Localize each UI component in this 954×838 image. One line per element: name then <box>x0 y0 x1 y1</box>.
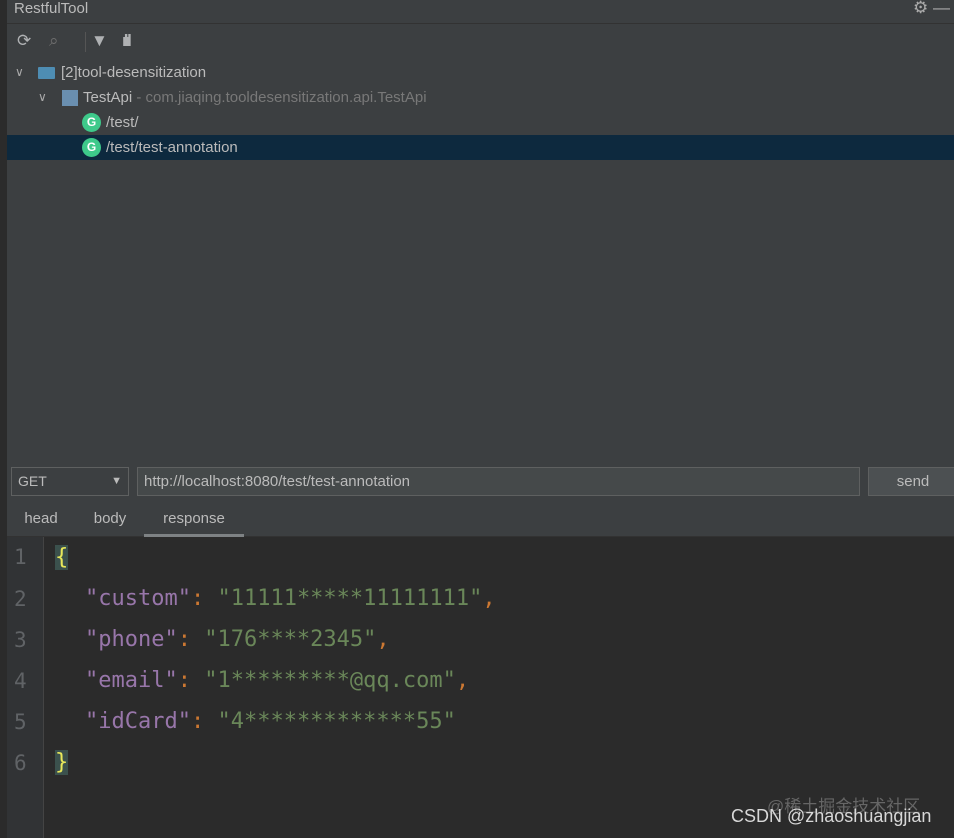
tool-window-title: RestfulTool <box>14 0 89 17</box>
tab-head[interactable]: head <box>15 505 67 537</box>
line-number: 2 <box>14 587 27 611</box>
json-key: "idCard" <box>85 709 191 734</box>
close-brace: } <box>55 750 69 775</box>
get-method-icon: G <box>82 113 101 132</box>
method-select[interactable]: GET ▼ <box>11 467 129 496</box>
tree-node-endpoint-selected[interactable]: G /test/test-annotation <box>7 135 954 160</box>
class-qualified-name: - com.jiaqing.tooldesensitization.api.Te… <box>136 89 427 106</box>
json-line: "idCard": "4*************55" <box>85 709 456 734</box>
json-key: "custom" <box>85 586 191 611</box>
endpoint-path: /test/ <box>106 114 139 131</box>
watermark-csdn: CSDN @zhaoshuangjian <box>731 806 932 826</box>
get-method-icon: G <box>82 138 101 157</box>
project-label: [2]tool-desensitization <box>61 64 207 81</box>
comma: , <box>482 586 496 611</box>
toolbar: ⟳ ⌕ ▼ ılıl <box>7 28 954 56</box>
line-number: 4 <box>14 669 27 693</box>
tab-body[interactable]: body <box>84 505 136 537</box>
toolbar-divider <box>85 32 86 52</box>
url-input[interactable]: http://localhost:8080/test/test-annotati… <box>137 467 860 496</box>
chevron-down-icon[interactable]: ∨ <box>15 60 24 85</box>
search-icon[interactable]: ⌕ <box>49 31 59 51</box>
json-value: "1*********@qq.com" <box>204 668 456 693</box>
request-tabs: head body response <box>7 505 954 537</box>
tool-window-header: RestfulTool ⚙ — <box>7 0 954 24</box>
open-brace: { <box>55 545 69 570</box>
endpoint-path: /test/test-annotation <box>106 139 238 156</box>
comma: , <box>455 668 470 693</box>
method-value: GET <box>18 473 47 489</box>
chevron-down-icon[interactable]: ∨ <box>38 85 47 110</box>
json-line: "email": "1*********@qq.com", <box>85 668 470 693</box>
json-value: "11111*****11111111" <box>217 586 483 611</box>
tree-node-class[interactable]: ∨ TestApi - com.jiaqing.tooldesensitizat… <box>7 85 954 110</box>
json-key: "email" <box>85 668 178 693</box>
refresh-icon[interactable]: ⟳ <box>17 31 31 51</box>
filter-icon[interactable]: ▼ <box>91 31 108 51</box>
line-number: 6 <box>14 751 27 775</box>
json-line: "custom": "11111*****11111111", <box>85 586 496 611</box>
tree-node-endpoint[interactable]: G /test/ <box>7 110 954 135</box>
json-value: "176****2345" <box>204 627 377 652</box>
line-number: 5 <box>14 710 27 734</box>
class-icon <box>62 90 78 106</box>
folder-icon <box>38 67 55 79</box>
tab-response[interactable]: response <box>144 505 244 537</box>
tree-node-project[interactable]: ∨ [2]tool-desensitization <box>7 60 954 85</box>
json-line: "phone": "176****2345", <box>85 627 390 652</box>
json-value: "4*************55" <box>217 709 456 734</box>
request-bar: GET ▼ http://localhost:8080/test/test-ann… <box>7 460 954 502</box>
send-button[interactable]: send <box>868 467 954 496</box>
dropdown-arrow-icon[interactable]: ▼ <box>111 468 122 495</box>
bar-columns-icon[interactable]: ılıl <box>122 31 132 51</box>
class-label: TestApi <box>83 89 133 106</box>
line-number: 1 <box>14 545 27 569</box>
json-key: "phone" <box>85 627 178 652</box>
editor-edge <box>0 0 7 838</box>
minimize-icon[interactable]: — <box>933 0 950 17</box>
line-number: 3 <box>14 628 27 652</box>
gear-icon[interactable]: ⚙ <box>913 0 928 17</box>
comma: , <box>376 627 390 652</box>
